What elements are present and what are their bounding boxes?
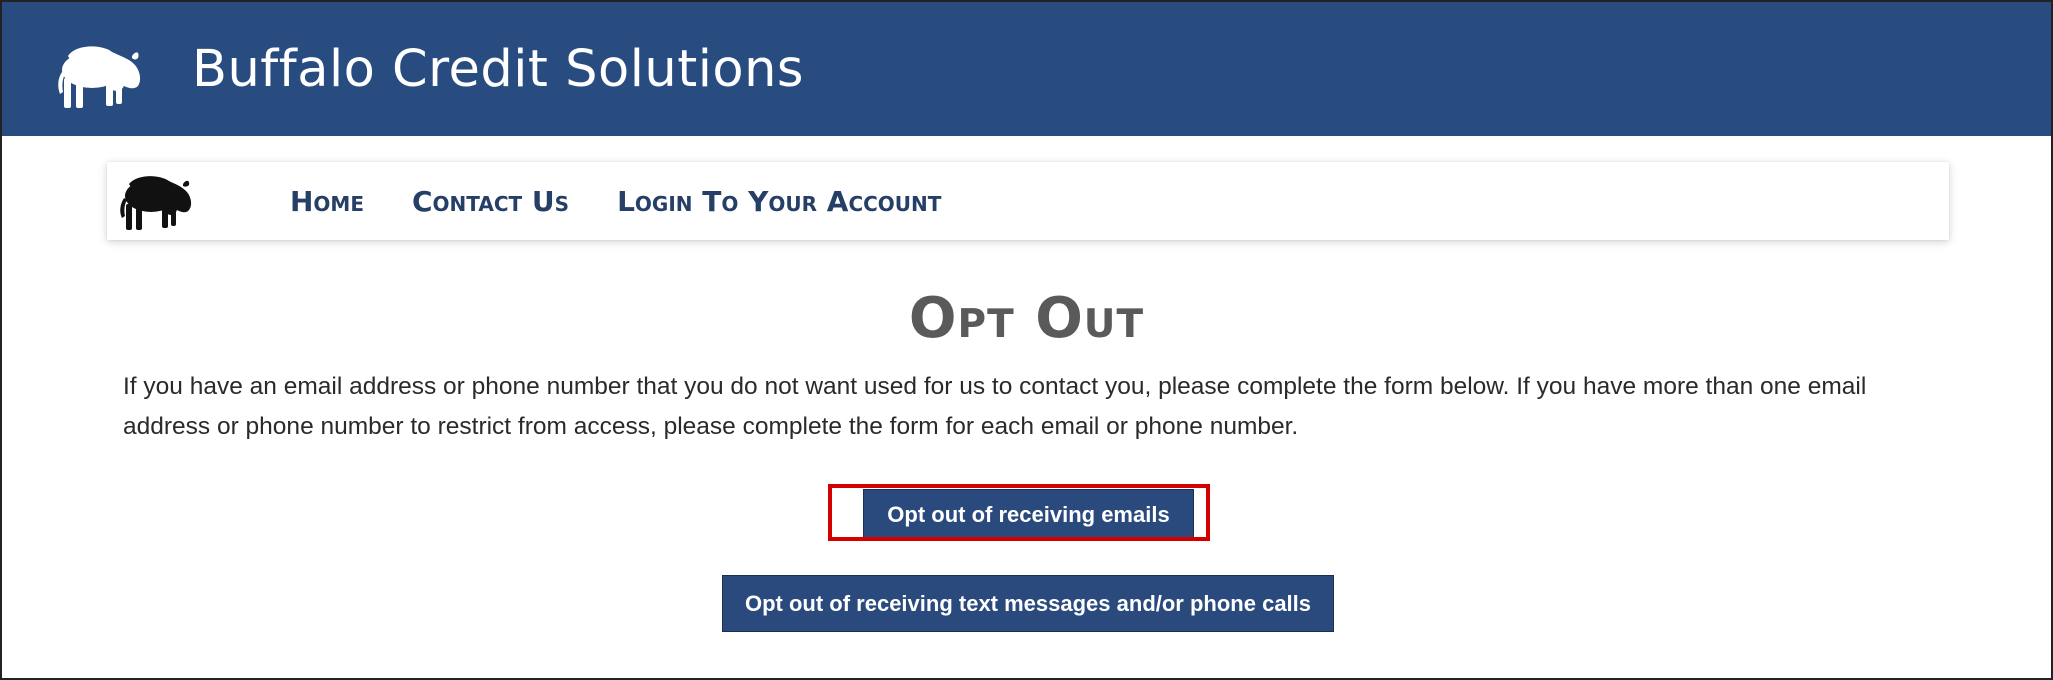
buffalo-icon[interactable] — [117, 172, 197, 230]
intro-paragraph: If you have an email address or phone nu… — [123, 373, 1867, 440]
buffalo-icon[interactable] — [54, 42, 146, 108]
nav-contact-us-link[interactable]: Contact Us — [412, 185, 569, 218]
site-header: Buffalo Credit Solutions — [2, 2, 2051, 136]
opt-out-texts-calls-button[interactable]: Opt out of receiving text messages and/o… — [722, 575, 1334, 632]
nav-links: Home Contact Us Login To Your Account — [290, 162, 941, 240]
page-frame: Buffalo Credit Solutions Home Contact Us… — [0, 0, 2053, 680]
site-brand-title[interactable]: Buffalo Credit Solutions — [192, 40, 804, 99]
nav-bar: Home Contact Us Login To Your Account — [107, 162, 1949, 240]
nav-login-link[interactable]: Login To Your Account — [617, 185, 941, 218]
page-title: Opt Out — [908, 286, 1145, 351]
nav-home-link[interactable]: Home — [290, 185, 364, 218]
opt-out-emails-button[interactable]: Opt out of receiving emails — [863, 489, 1194, 541]
